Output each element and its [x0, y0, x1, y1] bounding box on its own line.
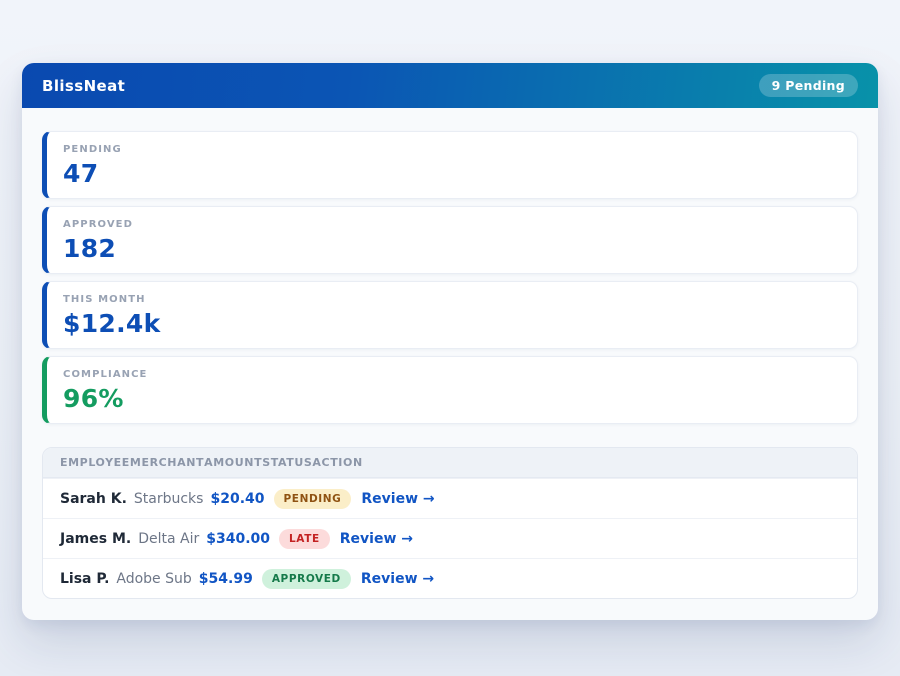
app-title: BlissNeat	[42, 77, 125, 95]
pending-count-badge: 9 Pending	[759, 74, 858, 97]
stat-value: 96%	[63, 384, 841, 413]
table-header-row: EMPLOYEEMERCHANTAMOUNTSTATUSACTION	[43, 448, 857, 478]
review-link[interactable]: Review →	[340, 531, 413, 547]
card-header: BlissNeat 9 Pending	[22, 63, 878, 108]
stat-value: 47	[63, 159, 841, 188]
expense-amount: $340.00	[206, 531, 270, 547]
column-header-employee: EMPLOYEE	[60, 456, 130, 469]
merchant-name: Delta Air	[138, 531, 199, 547]
stat-value: 182	[63, 234, 841, 263]
status-badge: PENDING	[274, 489, 352, 509]
stat-label: PENDING	[63, 144, 841, 155]
stat-card-this-month: THIS MONTH $12.4k	[42, 281, 858, 349]
stat-card-approved: APPROVED 182	[42, 206, 858, 274]
employee-name: Sarah K.	[60, 491, 127, 507]
employee-name: James M.	[60, 531, 131, 547]
stat-label: COMPLIANCE	[63, 369, 841, 380]
merchant-name: Starbucks	[134, 491, 204, 507]
column-header-merchant: MERCHANT	[130, 456, 204, 469]
stat-label: APPROVED	[63, 219, 841, 230]
column-header-action: ACTION	[312, 456, 362, 469]
column-header-amount: AMOUNT	[204, 456, 262, 469]
employee-name: Lisa P.	[60, 571, 109, 587]
review-link[interactable]: Review →	[361, 491, 434, 507]
column-header-status: STATUS	[262, 456, 312, 469]
table-row: Sarah K. Starbucks $20.40 PENDING Review…	[43, 478, 857, 518]
expense-amount: $54.99	[199, 571, 253, 587]
merchant-name: Adobe Sub	[116, 571, 191, 587]
expense-dashboard-card: BlissNeat 9 Pending PENDING 47 APPROVED …	[22, 63, 878, 620]
stat-label: THIS MONTH	[63, 294, 841, 305]
stat-value: $12.4k	[63, 309, 841, 338]
table-row: James M. Delta Air $340.00 LATE Review →	[43, 518, 857, 558]
card-body: PENDING 47 APPROVED 182 THIS MONTH $12.4…	[22, 108, 878, 620]
stat-card-compliance: COMPLIANCE 96%	[42, 356, 858, 424]
stat-card-pending: PENDING 47	[42, 131, 858, 199]
review-link[interactable]: Review →	[361, 571, 434, 587]
expense-amount: $20.40	[210, 491, 264, 507]
status-badge: LATE	[279, 529, 330, 549]
expense-table: EMPLOYEEMERCHANTAMOUNTSTATUSACTION Sarah…	[42, 447, 858, 599]
status-badge: APPROVED	[262, 569, 351, 589]
table-row: Lisa P. Adobe Sub $54.99 APPROVED Review…	[43, 558, 857, 598]
